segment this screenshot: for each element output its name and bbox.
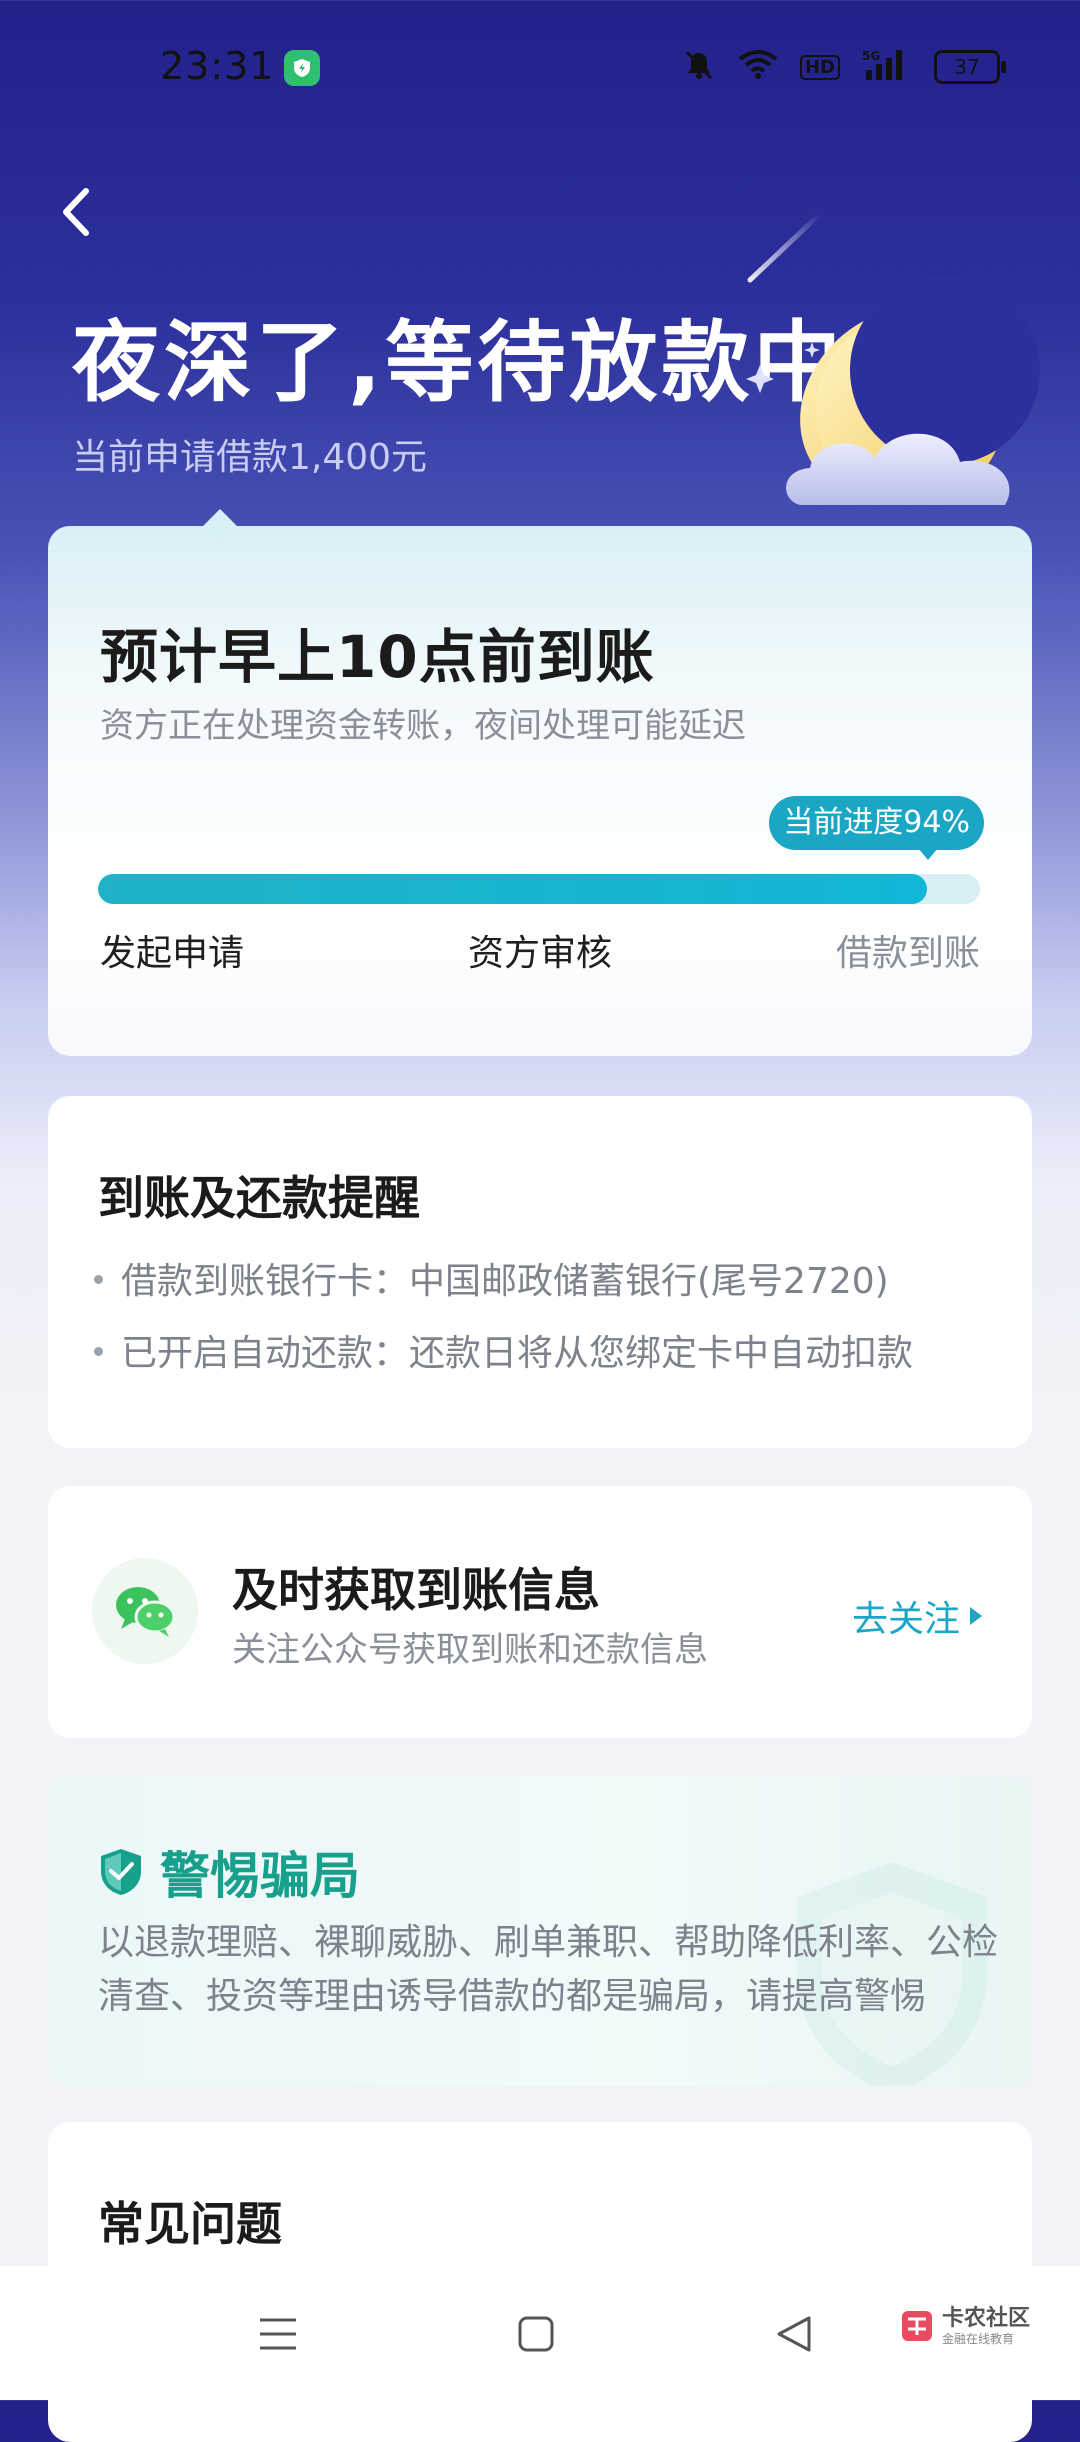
step-arrival: 借款到账 — [835, 933, 980, 974]
play-arrow-icon — [970, 1607, 982, 1625]
progress-card: 预计早上10点前到账 资方正在处理资金转账，夜间处理可能延迟 当前进度94% 发… — [48, 509, 1032, 1056]
back-button[interactable] — [46, 182, 106, 242]
card-notch — [203, 509, 237, 543]
faq-title: 常见问题 — [98, 2197, 282, 2251]
bank-card-text: 借款到账银行卡：中国邮政储蓄银行(尾号2720) — [121, 1261, 889, 1302]
wechat-icon — [92, 1558, 198, 1664]
progress-badge: 当前进度94% — [769, 796, 984, 860]
auto-repay-text: 已开启自动还款：还款日将从您绑定卡中自动扣款 — [121, 1333, 914, 1374]
home-button[interactable] — [506, 2304, 566, 2364]
kanong-logo-icon — [902, 2311, 932, 2341]
reminder-title: 到账及还款提醒 — [98, 1171, 420, 1225]
bullet-dot — [94, 1274, 103, 1284]
kanong-watermark: 卡农社区 金融在线教育 — [900, 2306, 1030, 2346]
bullet-dot — [94, 1346, 103, 1356]
status-time: 23:31 — [160, 44, 275, 88]
square-home-icon — [518, 2316, 554, 2352]
system-back-button[interactable] — [764, 2304, 824, 2364]
arrival-description: 资方正在处理资金转账，夜间处理可能延迟 — [100, 706, 746, 746]
wechat-card-title: 及时获取到账信息 — [232, 1563, 600, 1617]
follow-label: 去关注 — [851, 1599, 960, 1640]
progress-bar — [98, 874, 980, 904]
recent-apps-button[interactable] — [248, 2304, 308, 2364]
status-bar: 23:31 HD 5G 37 — [0, 0, 1080, 140]
loan-amount-subtitle: 当前申请借款1,400元 — [72, 437, 428, 478]
signal-icon: 5G — [862, 48, 912, 86]
battery-indicator: 37 — [934, 50, 1006, 84]
triangle-back-icon — [777, 2316, 811, 2352]
bank-card-line: 借款到账银行卡：中国邮政储蓄银行(尾号2720) — [94, 1252, 889, 1304]
wechat-follow-card[interactable]: 及时获取到账信息 关注公众号获取到账和还款信息 去关注 — [48, 1486, 1032, 1738]
arrival-estimate-title: 预计早上10点前到账 — [100, 623, 655, 691]
fraud-warning-card: 警惕骗局 以退款理赔、裸聊威胁、刷单兼职、帮助降低利率、公检清查、投资等理由诱导… — [48, 1776, 1032, 2086]
step-apply: 发起申请 — [100, 933, 245, 974]
wifi-icon — [738, 49, 778, 85]
fraud-header: 警惕骗局 — [98, 1836, 360, 1908]
step-review: 资方审核 — [468, 933, 613, 974]
system-nav-bar: 卡农社区 金融在线教育 — [0, 2266, 1080, 2400]
watermark-sub: 金融在线教育 — [942, 2332, 1015, 2346]
reminder-card: 到账及还款提醒 借款到账银行卡：中国邮政储蓄银行(尾号2720) 已开启自动还款… — [48, 1096, 1032, 1448]
progress-fill — [98, 874, 928, 904]
mute-bell-icon — [682, 48, 716, 86]
moon-cloud-illustration — [746, 211, 1040, 505]
security-shield-icon — [284, 50, 320, 86]
fraud-title: 警惕骗局 — [160, 1847, 360, 1905]
watermark-main: 卡农社区 — [942, 2306, 1031, 2331]
follow-button[interactable]: 去关注 — [852, 1590, 982, 1642]
shield-check-icon — [101, 1849, 141, 1895]
hd-badge: HD — [799, 54, 840, 80]
menu-icon — [260, 2318, 296, 2350]
fraud-description: 以退款理赔、裸聊威胁、刷单兼职、帮助降低利率、公检清查、投资等理由诱导借款的都是… — [98, 1922, 999, 2017]
svg-text:5G: 5G — [862, 49, 880, 63]
wechat-card-description: 关注公众号获取到账和还款信息 — [232, 1630, 708, 1670]
auto-repay-line: 已开启自动还款：还款日将从您绑定卡中自动扣款 — [94, 1324, 913, 1376]
chevron-left-icon — [63, 188, 89, 236]
